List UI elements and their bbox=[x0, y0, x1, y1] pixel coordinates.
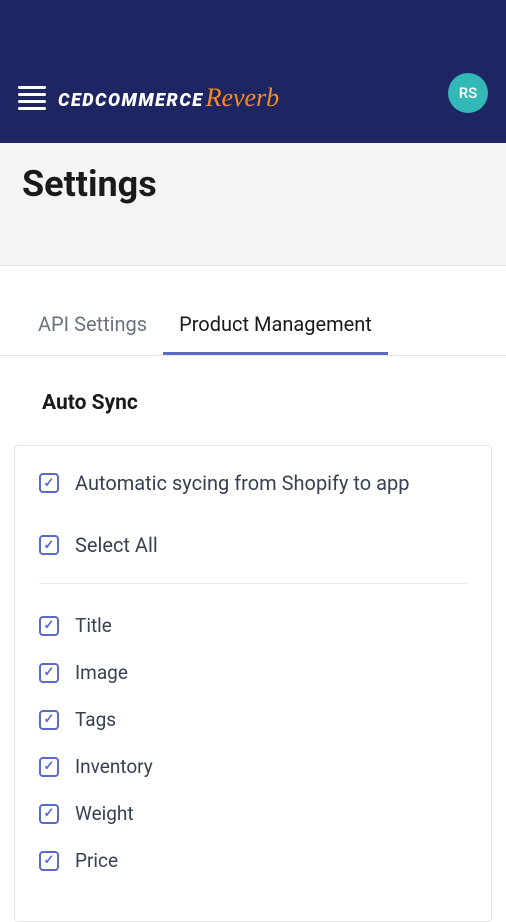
checkmark-icon: ✓ bbox=[44, 853, 55, 868]
checkbox-row-title: ✓ Title bbox=[39, 614, 467, 637]
checkbox-label-select-all: Select All bbox=[75, 533, 158, 557]
hamburger-menu-icon[interactable] bbox=[18, 86, 46, 110]
checkbox-select-all[interactable]: ✓ bbox=[39, 535, 59, 555]
checkbox-row-tags: ✓ Tags bbox=[39, 708, 467, 731]
checkmark-icon: ✓ bbox=[44, 665, 55, 680]
logo-text-ced: CEDCOMMERCE bbox=[58, 90, 204, 111]
settings-card: ✓ Automatic sycing from Shopify to app ✓… bbox=[14, 445, 492, 922]
checkbox-row-inventory: ✓ Inventory bbox=[39, 755, 467, 778]
checkbox-label-image: Image bbox=[75, 661, 128, 684]
checkmark-icon: ✓ bbox=[44, 806, 55, 821]
checkmark-icon: ✓ bbox=[44, 759, 55, 774]
checkbox-label-price: Price bbox=[75, 849, 118, 872]
page-title-section: Settings bbox=[0, 143, 506, 266]
checkmark-icon: ✓ bbox=[44, 618, 55, 633]
checkbox-image[interactable]: ✓ bbox=[39, 663, 59, 683]
checkbox-label-auto-sync: Automatic sycing from Shopify to app bbox=[75, 471, 409, 495]
checkmark-icon: ✓ bbox=[44, 476, 55, 491]
checkbox-row-weight: ✓ Weight bbox=[39, 802, 467, 825]
header-left: CEDCOMMERCE Reverb bbox=[18, 83, 279, 113]
logo-text-reverb: Reverb bbox=[206, 83, 280, 113]
checkbox-title[interactable]: ✓ bbox=[39, 616, 59, 636]
checkbox-row-price: ✓ Price bbox=[39, 849, 467, 872]
checkbox-row-select-all: ✓ Select All bbox=[39, 533, 467, 584]
checkbox-weight[interactable]: ✓ bbox=[39, 804, 59, 824]
section-title: Auto Sync bbox=[0, 356, 506, 415]
avatar[interactable]: RS bbox=[448, 73, 488, 113]
checkbox-label-inventory: Inventory bbox=[75, 755, 153, 778]
checkbox-inventory[interactable]: ✓ bbox=[39, 757, 59, 777]
app-header: CEDCOMMERCE Reverb RS bbox=[0, 0, 506, 143]
checkbox-label-title: Title bbox=[75, 614, 112, 637]
checkbox-label-weight: Weight bbox=[75, 802, 134, 825]
checkbox-row-auto-sync: ✓ Automatic sycing from Shopify to app bbox=[39, 471, 467, 495]
tab-product-management[interactable]: Product Management bbox=[163, 296, 388, 355]
tabs: API Settings Product Management bbox=[0, 296, 506, 356]
page-title: Settings bbox=[22, 163, 484, 205]
checkmark-icon: ✓ bbox=[44, 538, 55, 553]
checkbox-price[interactable]: ✓ bbox=[39, 851, 59, 871]
checkbox-tags[interactable]: ✓ bbox=[39, 710, 59, 730]
checkbox-auto-sync[interactable]: ✓ bbox=[39, 473, 59, 493]
logo: CEDCOMMERCE Reverb bbox=[58, 83, 279, 113]
checkbox-row-image: ✓ Image bbox=[39, 661, 467, 684]
checkbox-label-tags: Tags bbox=[75, 708, 116, 731]
avatar-initials: RS bbox=[459, 84, 478, 102]
checkmark-icon: ✓ bbox=[44, 712, 55, 727]
tab-api-settings[interactable]: API Settings bbox=[22, 296, 163, 355]
